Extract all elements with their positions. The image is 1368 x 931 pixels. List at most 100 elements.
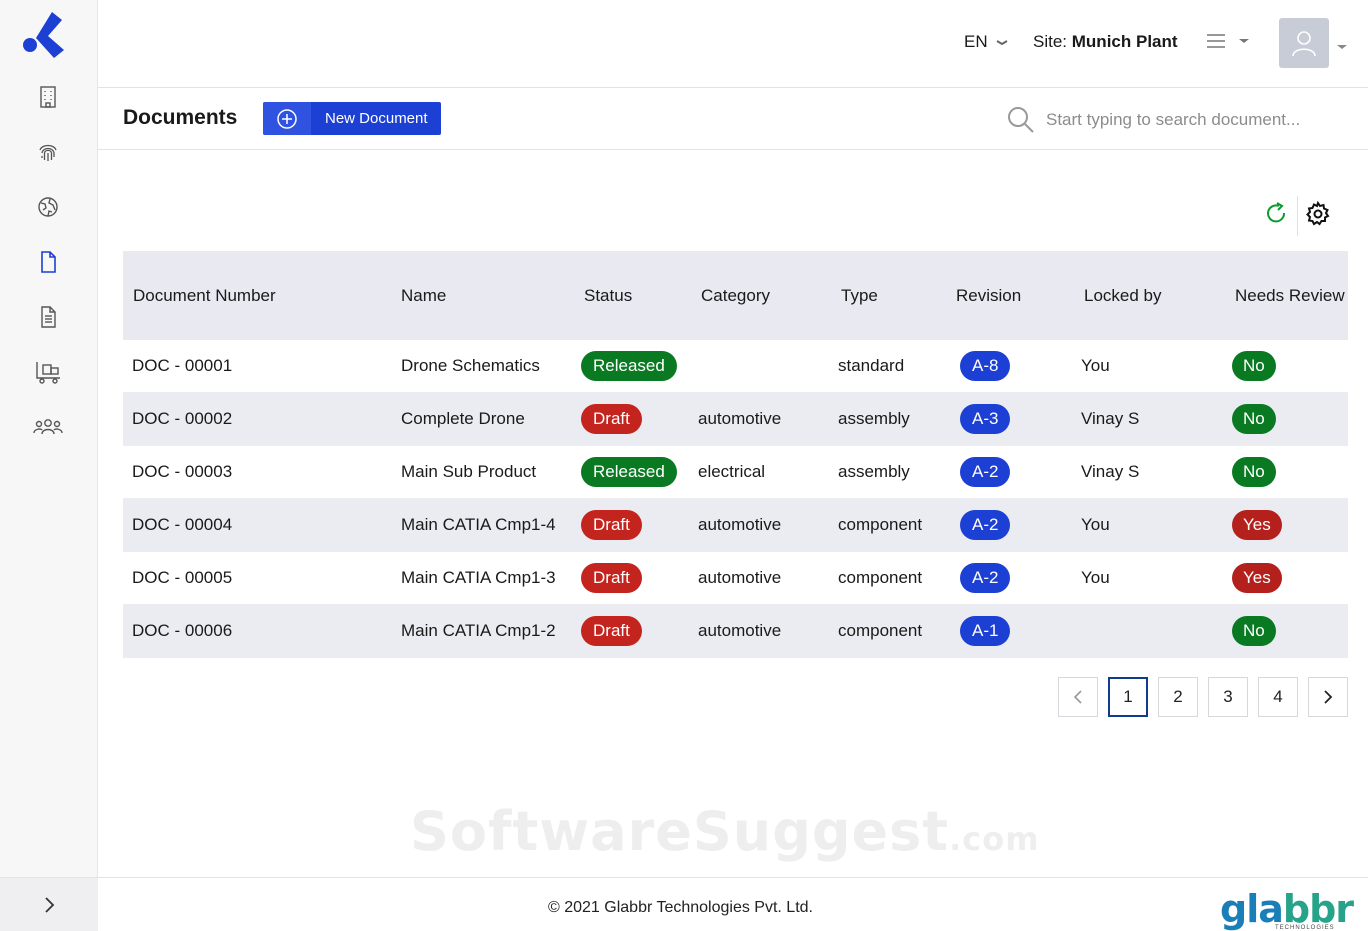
sidebar-item-users[interactable] xyxy=(31,412,65,442)
document-category: automotive xyxy=(698,621,782,640)
page-button-3[interactable]: 3 xyxy=(1208,677,1248,717)
page-button-2[interactable]: 2 xyxy=(1158,677,1198,717)
column-header-type[interactable]: Type xyxy=(832,286,947,306)
forklift-icon xyxy=(36,362,60,384)
status-badge: Draft xyxy=(581,510,642,540)
review-badge: No xyxy=(1232,404,1276,434)
table-row[interactable]: DOC - 00005 Main CATIA Cmp1-3 Draft auto… xyxy=(123,552,1348,605)
column-header-category[interactable]: Category xyxy=(692,286,832,306)
search-icon xyxy=(1008,107,1034,133)
document-number: DOC - 00006 xyxy=(132,621,233,640)
status-badge: Released xyxy=(581,351,677,381)
chevron-right-icon xyxy=(1324,690,1333,704)
revision-badge: A-2 xyxy=(960,457,1011,487)
document-name: Main Sub Product xyxy=(401,462,537,481)
sidebar-item-documents[interactable] xyxy=(33,247,63,277)
column-header-document-number[interactable]: Document Number xyxy=(123,286,392,306)
brand-subtitle: TECHNOLOGIES xyxy=(1275,925,1335,931)
refresh-button[interactable] xyxy=(1264,201,1288,232)
table-header: Document Number Name Status Category Typ… xyxy=(123,251,1348,340)
copyright-text: © 2021 Glabbr Technologies Pvt. Ltd. xyxy=(548,899,813,916)
document-type: assembly xyxy=(838,409,910,428)
document-number: DOC - 00005 xyxy=(132,568,233,587)
sidebar-item-reports[interactable] xyxy=(33,302,63,332)
status-badge: Draft xyxy=(581,404,642,434)
new-document-button[interactable]: New Document xyxy=(263,102,441,135)
document-icon xyxy=(41,251,56,273)
building-icon xyxy=(40,86,56,108)
fingerprint-icon xyxy=(39,144,57,161)
table-row[interactable]: DOC - 00003 Main Sub Product Released el… xyxy=(123,446,1348,499)
locked-by: You xyxy=(1081,568,1110,587)
avatar[interactable] xyxy=(1279,18,1329,68)
documents-table: Document Number Name Status Category Typ… xyxy=(123,251,1348,658)
watermark-suffix: .com xyxy=(949,820,1040,858)
sidebar-item-global[interactable] xyxy=(33,192,63,222)
users-icon xyxy=(33,419,63,435)
column-header-status[interactable]: Status xyxy=(576,286,692,306)
document-type: component xyxy=(838,621,923,640)
pagination: 1 2 3 4 xyxy=(1058,677,1348,717)
brand-logo: glabbr xyxy=(1220,887,1354,931)
document-name: Main CATIA Cmp1-4 xyxy=(401,515,556,534)
table-row[interactable]: DOC - 00001 Drone Schematics Released st… xyxy=(123,340,1348,393)
caret-down-icon xyxy=(996,40,1008,46)
language-label: EN xyxy=(964,32,988,51)
document-type: component xyxy=(838,568,923,587)
watermark-main: SoftwareSuggest xyxy=(410,800,950,863)
table-row[interactable]: DOC - 00004 Main CATIA Cmp1-4 Draft auto… xyxy=(123,499,1348,552)
toolbar-divider xyxy=(1297,196,1298,236)
revision-badge: A-1 xyxy=(960,616,1011,646)
revision-badge: A-2 xyxy=(960,510,1011,540)
locked-by: You xyxy=(1081,515,1110,534)
document-category: automotive xyxy=(698,515,782,534)
review-badge: Yes xyxy=(1232,563,1282,593)
review-badge: No xyxy=(1232,616,1276,646)
watermark: SoftwareSuggest.com xyxy=(410,800,1040,863)
table-settings-button[interactable] xyxy=(1305,200,1331,232)
top-bar: EN Site: Munich Plant xyxy=(98,0,1368,88)
sidebar-item-access[interactable] xyxy=(33,137,63,167)
document-type: standard xyxy=(838,356,905,375)
site-name: Munich Plant xyxy=(1071,32,1178,51)
site-prefix: Site: xyxy=(1033,32,1068,51)
review-badge: No xyxy=(1232,351,1276,381)
locked-by: You xyxy=(1081,356,1110,375)
status-badge: Draft xyxy=(581,563,642,593)
column-header-revision[interactable]: Revision xyxy=(947,286,1075,306)
refresh-icon xyxy=(1267,202,1286,223)
document-number: DOC - 00003 xyxy=(132,462,233,481)
gear-icon xyxy=(1306,200,1330,226)
sidebar-item-sites[interactable] xyxy=(33,82,63,112)
document-category: automotive xyxy=(698,409,782,428)
app-logo[interactable] xyxy=(22,12,68,58)
column-header-locked-by[interactable]: Locked by xyxy=(1075,286,1225,306)
sidebar-expand-button[interactable] xyxy=(0,877,98,931)
user-menu-caret[interactable] xyxy=(1336,38,1348,56)
document-name: Main CATIA Cmp1-2 xyxy=(401,621,556,640)
status-badge: Draft xyxy=(581,616,642,646)
document-lines-icon xyxy=(41,306,56,328)
table-row[interactable]: DOC - 00006 Main CATIA Cmp1-2 Draft auto… xyxy=(123,605,1348,658)
locked-by: Vinay S xyxy=(1081,409,1140,428)
next-page-button[interactable] xyxy=(1308,677,1348,717)
menu-button[interactable] xyxy=(1206,33,1250,49)
document-number: DOC - 00001 xyxy=(132,356,233,375)
chevron-right-icon xyxy=(45,896,55,913)
page-button-4[interactable]: 4 xyxy=(1258,677,1298,717)
revision-badge: A-2 xyxy=(960,563,1011,593)
prev-page-button[interactable] xyxy=(1058,677,1098,717)
site-selector[interactable]: Site: Munich Plant xyxy=(1033,32,1178,52)
hamburger-icon xyxy=(1207,34,1225,48)
new-document-label: New Document xyxy=(325,110,428,127)
sidebar-item-logistics[interactable] xyxy=(33,357,63,387)
table-row[interactable]: DOC - 00002 Complete Drone Draft automot… xyxy=(123,393,1348,446)
search-input[interactable] xyxy=(1046,110,1346,130)
page-title: Documents xyxy=(123,106,238,129)
column-header-name[interactable]: Name xyxy=(392,286,576,306)
document-category: electrical xyxy=(698,462,766,481)
page-button-1[interactable]: 1 xyxy=(1108,677,1148,717)
column-header-needs-review[interactable]: Needs Review xyxy=(1225,281,1348,310)
caret-down-icon xyxy=(1337,45,1347,49)
language-selector[interactable]: EN xyxy=(964,32,1008,52)
